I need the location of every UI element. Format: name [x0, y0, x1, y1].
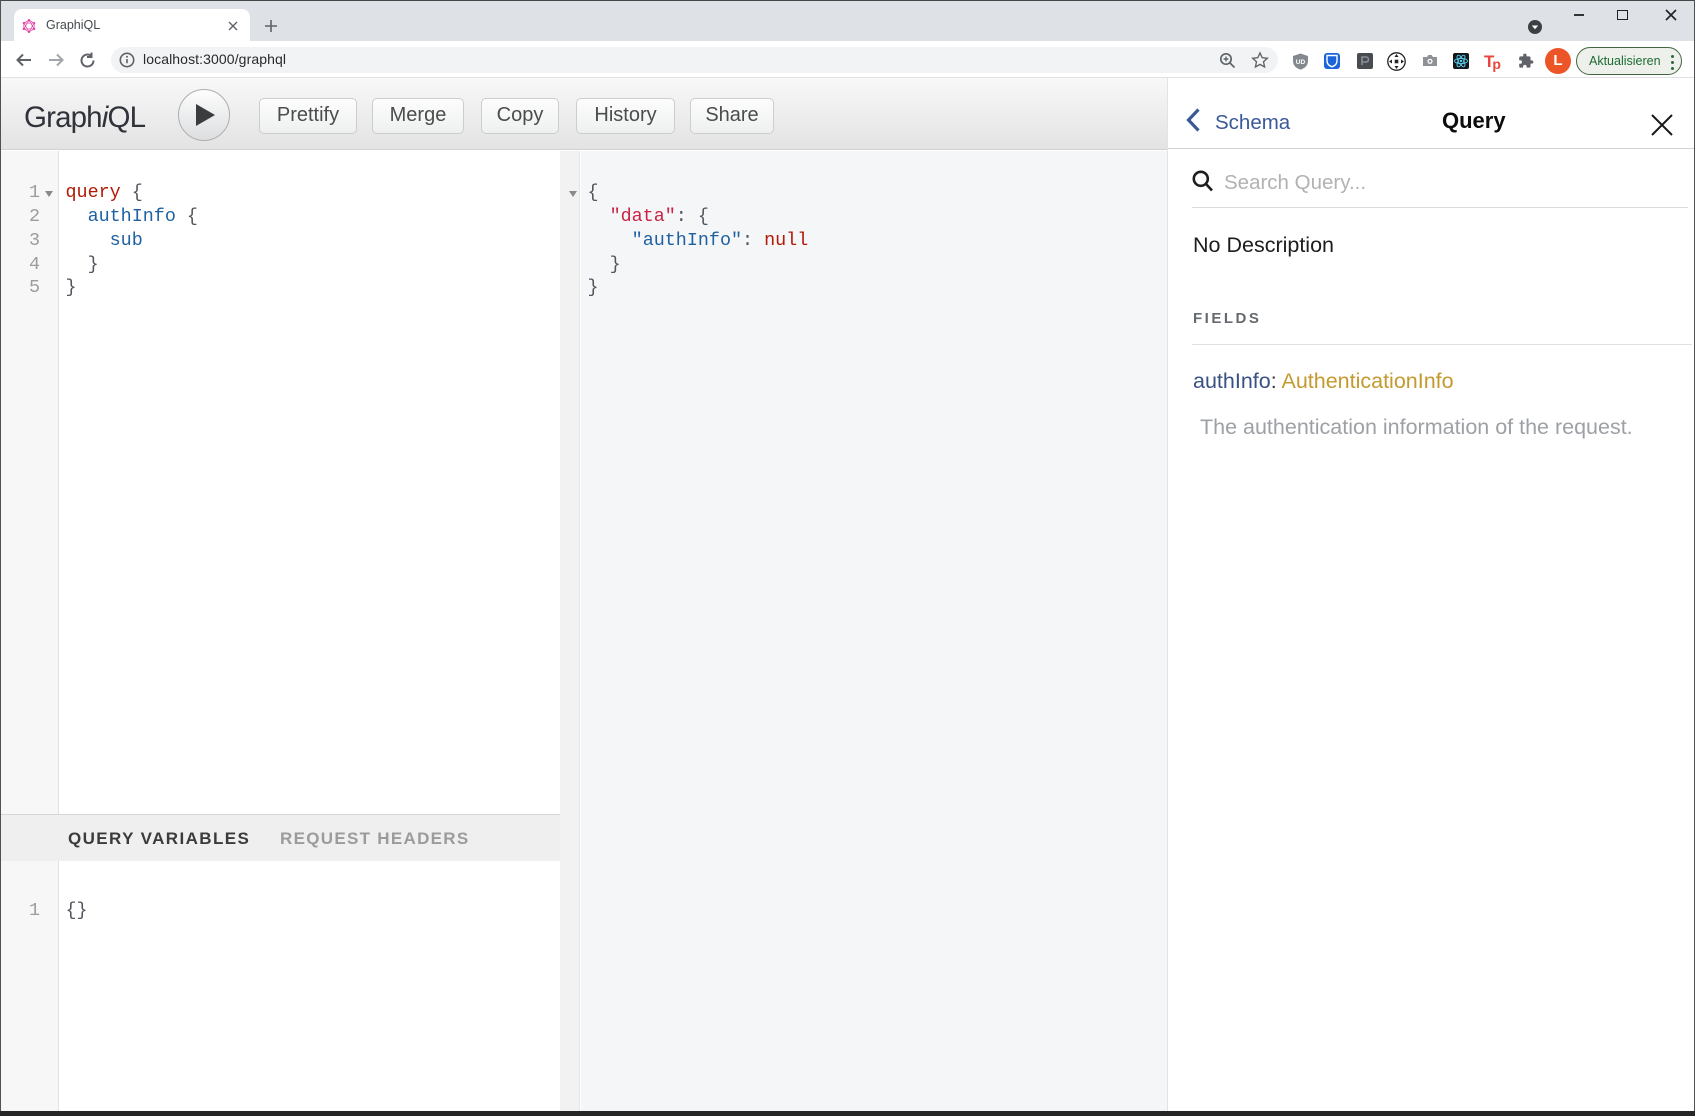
svg-text:UD: UD [1296, 59, 1306, 66]
